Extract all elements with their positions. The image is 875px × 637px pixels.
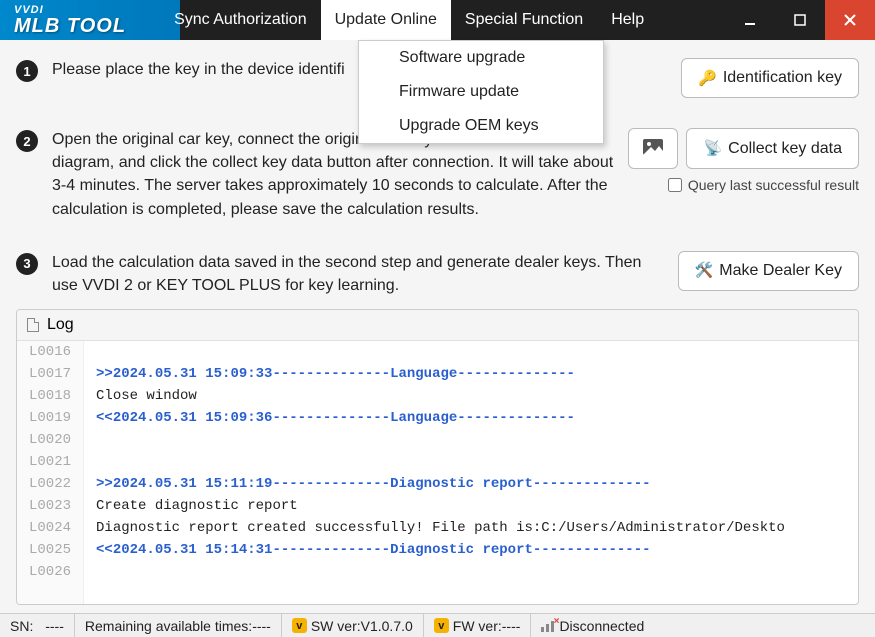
- query-last-result-checkbox[interactable]: [668, 178, 682, 192]
- titlebar: VVDI MLB TOOL Sync Authorization Update …: [0, 0, 875, 40]
- query-last-result-row[interactable]: Query last successful result: [668, 177, 859, 193]
- menu-sync-authorization[interactable]: Sync Authorization: [160, 0, 321, 40]
- status-fw-text: FW ver:----: [453, 618, 521, 634]
- log-gutter: L0016L0017L0018L0019L0020L0021L0022L0023…: [17, 341, 84, 604]
- document-icon: [27, 318, 39, 332]
- step-3-text: Load the calculation data saved in the s…: [52, 251, 678, 297]
- dealer-key-icon: 🛠️: [695, 263, 714, 278]
- logo-big: MLB TOOL: [14, 15, 126, 37]
- identification-key-label: Identification key: [723, 69, 842, 87]
- statusbar: SN: ---- Remaining available times:---- …: [0, 613, 875, 637]
- status-sw: v SW ver:V1.0.7.0: [282, 614, 424, 637]
- version-badge-icon: v: [292, 618, 307, 633]
- step-3-badge: 3: [16, 253, 38, 275]
- maximize-icon: [793, 13, 807, 27]
- signal-disconnected-icon: ×: [541, 620, 555, 632]
- status-fw: v FW ver:----: [424, 614, 532, 637]
- make-dealer-key-label: Make Dealer Key: [719, 262, 842, 280]
- make-dealer-key-button[interactable]: 🛠️ Make Dealer Key: [678, 251, 859, 291]
- identification-key-button[interactable]: 🔑 Identification key: [681, 58, 859, 98]
- log-header: Log: [17, 310, 858, 341]
- status-sn: SN: ----: [0, 614, 75, 637]
- signal-icon: 📡: [703, 141, 722, 156]
- collect-key-data-label: Collect key data: [728, 140, 842, 158]
- log-body[interactable]: L0016L0017L0018L0019L0020L0021L0022L0023…: [17, 341, 858, 604]
- status-remaining: Remaining available times:----: [75, 614, 282, 637]
- log-title: Log: [47, 316, 74, 334]
- main-menu: Sync Authorization Update Online Special…: [160, 0, 658, 40]
- step-2-badge: 2: [16, 130, 38, 152]
- update-online-dropdown: Software upgrade Firmware update Upgrade…: [358, 40, 604, 144]
- version-badge-icon: v: [434, 618, 449, 633]
- status-sw-text: SW ver:V1.0.7.0: [311, 618, 413, 634]
- step-3-row: 3 Load the calculation data saved in the…: [16, 233, 859, 309]
- maximize-button[interactable]: [775, 0, 825, 40]
- status-sn-label: SN:: [10, 618, 33, 634]
- menu-update-online[interactable]: Update Online: [321, 0, 451, 40]
- minimize-icon: [743, 13, 757, 27]
- window-controls: [725, 0, 875, 40]
- minimize-button[interactable]: [725, 0, 775, 40]
- dropdown-upgrade-oem-keys[interactable]: Upgrade OEM keys: [359, 109, 603, 143]
- close-icon: [843, 13, 857, 27]
- dropdown-firmware-update[interactable]: Firmware update: [359, 75, 603, 109]
- status-connection-text: Disconnected: [559, 618, 644, 634]
- app-logo: VVDI MLB TOOL: [0, 5, 140, 36]
- status-connection: × Disconnected: [531, 614, 654, 637]
- query-last-result-label: Query last successful result: [688, 177, 859, 193]
- log-panel: Log L0016L0017L0018L0019L0020L0021L0022L…: [16, 309, 859, 605]
- log-lines: >>2024.05.31 15:09:33--------------Langu…: [84, 341, 797, 604]
- menu-special-function[interactable]: Special Function: [451, 0, 597, 40]
- show-diagram-button[interactable]: [628, 128, 678, 169]
- step-1-badge: 1: [16, 60, 38, 82]
- image-icon: [643, 139, 663, 158]
- status-sn-value: ----: [45, 618, 64, 634]
- collect-key-data-button[interactable]: 📡 Collect key data: [686, 128, 859, 169]
- menu-help[interactable]: Help: [597, 0, 658, 40]
- close-button[interactable]: [825, 0, 875, 40]
- dropdown-software-upgrade[interactable]: Software upgrade: [359, 41, 603, 75]
- key-id-icon: 🔑: [698, 71, 717, 86]
